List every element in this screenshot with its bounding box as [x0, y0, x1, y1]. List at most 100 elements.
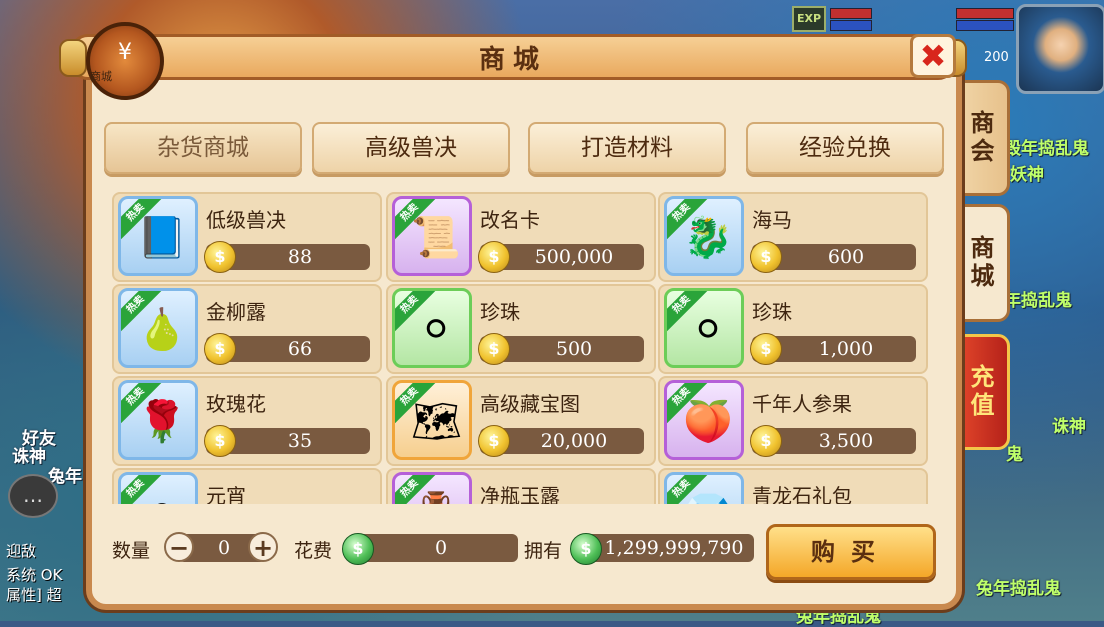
item-price-bar: $20,000: [478, 425, 644, 457]
item-price-bar: $600: [750, 241, 916, 273]
pearl-icon: ⚪: [419, 307, 453, 353]
item-name: 青龙石礼包: [752, 484, 852, 504]
quantity-value[interactable]: 0: [200, 534, 248, 562]
book-icon: 📘: [137, 215, 187, 261]
item-card[interactable]: 热卖 🌹 玫瑰花 $35: [112, 376, 382, 466]
tab-crafting-materials[interactable]: 打造材料: [528, 122, 726, 174]
item-price: 88: [287, 246, 313, 268]
item-name: 珍珠: [480, 300, 520, 324]
scene-text-8: 鬼: [1006, 445, 1023, 465]
hp-bar: [830, 8, 872, 19]
item-icon-frame: 热卖🏺: [392, 472, 472, 504]
level-number: 200: [984, 50, 1009, 65]
item-name: 元宵: [206, 484, 246, 504]
scene-text-3: 年捣乱鬼: [1004, 291, 1072, 311]
tab-general-store[interactable]: 杂货商城: [104, 122, 302, 174]
item-icon-frame: 热卖💎: [664, 472, 744, 504]
gold-coin-icon: $: [750, 241, 782, 273]
scene-text-9: 兔年捣乱鬼: [976, 579, 1061, 599]
pet-mp-bar: [956, 20, 1014, 31]
item-icon-frame: 热卖⚪: [118, 472, 198, 504]
close-button[interactable]: ✖: [910, 34, 956, 78]
gold-coin-icon: $: [478, 241, 510, 273]
ginseng-fruit-icon: 🍑: [683, 399, 733, 445]
chat-line-2: 系统 OK: [6, 566, 63, 584]
quantity-label: 数量: [112, 540, 151, 562]
gourd-icon: 🍐: [137, 307, 187, 353]
gold-coin-icon: $: [204, 425, 236, 457]
item-price-bar: $3,500: [750, 425, 916, 457]
item-icon-frame: 热卖 🌹: [118, 380, 198, 460]
item-grid: 热卖 📘 低级兽决 $88 热卖 📜 改名卡 $500,000 热卖 🐉 海马 $600 热卖 🍐 金柳露 $…: [112, 192, 928, 504]
plus-button[interactable]: +: [248, 532, 278, 562]
item-icon-frame: 热卖 🍐: [118, 288, 198, 368]
side-tab-label: 商城: [966, 235, 994, 291]
item-card[interactable]: 热卖 🍑 千年人参果 $3,500: [658, 376, 928, 466]
item-price: 600: [827, 246, 865, 268]
rose-icon: 🌹: [137, 399, 187, 445]
item-price: 3,500: [818, 430, 874, 452]
title-bar: 商城: [59, 34, 967, 80]
gift-pack-icon: 💎: [683, 489, 733, 504]
gold-coin-icon: $: [478, 425, 510, 457]
item-card[interactable]: 热卖🏺净瓶玉露$: [386, 468, 656, 504]
vase-icon: 🏺: [411, 489, 461, 504]
item-card[interactable]: 热卖 ⚪ 珍珠 $500: [386, 284, 656, 374]
chat-line-3: 属性] 超: [6, 586, 62, 604]
scroll-icon: 📜: [411, 215, 461, 261]
item-price: 66: [287, 338, 313, 360]
rice-ball-icon: ⚪: [137, 489, 187, 504]
item-icon-frame: 热卖 🍑: [664, 380, 744, 460]
gold-coin-icon: $: [750, 425, 782, 457]
scene-text-7: 诛神: [1052, 417, 1086, 437]
buy-button[interactable]: 购买: [766, 524, 936, 580]
item-name: 玫瑰花: [206, 392, 266, 416]
item-price-bar: $88: [204, 241, 370, 273]
item-price-bar: $1,000: [750, 333, 916, 365]
exp-label: EXP: [792, 6, 826, 32]
minus-button[interactable]: −: [164, 532, 194, 562]
owned-value: 1,299,999,790: [604, 537, 744, 559]
player-avatar[interactable]: [1016, 4, 1104, 94]
item-card[interactable]: 热卖 🐉 海马 $600: [658, 192, 928, 282]
item-name: 净瓶玉露: [480, 484, 560, 504]
tab-exp-exchange[interactable]: 经验兑换: [746, 122, 944, 174]
item-price: 1,000: [818, 338, 874, 360]
gold-coin-icon: $: [204, 241, 236, 273]
item-card[interactable]: 热卖💎青龙石礼包$: [658, 468, 928, 504]
item-card[interactable]: 热卖 ⚪ 珍珠 $1,000: [658, 284, 928, 374]
item-card[interactable]: 热卖 📜 改名卡 $500,000: [386, 192, 656, 282]
item-card[interactable]: 热卖 📘 低级兽决 $88: [112, 192, 382, 282]
item-name: 金柳露: [206, 300, 266, 324]
scene-text-2: 妖神: [1010, 165, 1044, 185]
item-price-bar: $66: [204, 333, 370, 365]
pearl-icon: ⚪: [691, 307, 725, 353]
item-name: 珍珠: [752, 300, 792, 324]
seahorse-icon: 🐉: [683, 215, 733, 261]
gold-coin-icon: $: [750, 333, 782, 365]
pet-hp-bar: [956, 8, 1014, 19]
shop-logo-label: 商城: [90, 70, 112, 83]
scene-text-5: 诛神: [12, 447, 46, 467]
tab-advanced-skills[interactable]: 高级兽决: [312, 122, 510, 174]
scene-text-1: 毁年捣乱鬼: [1004, 139, 1089, 159]
mp-bar: [830, 20, 872, 31]
treasure-map-icon: 🗺: [411, 399, 462, 445]
chat-line-1: 迎敌: [6, 542, 37, 560]
owned-label: 拥有: [524, 540, 563, 562]
jade-coin-icon: $: [342, 533, 374, 565]
chat-icon[interactable]: …: [8, 474, 58, 518]
item-name: 海马: [752, 208, 792, 232]
item-icon-frame: 热卖 🗺: [392, 380, 472, 460]
item-price: 20,000: [540, 430, 608, 452]
item-card[interactable]: 热卖 🍐 金柳露 $66: [112, 284, 382, 374]
item-price: 35: [287, 430, 313, 452]
item-price: 500: [555, 338, 593, 360]
cost-label: 花费: [294, 540, 333, 562]
page-title: 商城: [478, 45, 547, 75]
item-card[interactable]: 热卖 🗺 高级藏宝图 $20,000: [386, 376, 656, 466]
item-name: 改名卡: [480, 208, 540, 232]
cost-value: 0: [434, 537, 448, 559]
item-price-bar: $35: [204, 425, 370, 457]
item-card[interactable]: 热卖⚪元宵$: [112, 468, 382, 504]
